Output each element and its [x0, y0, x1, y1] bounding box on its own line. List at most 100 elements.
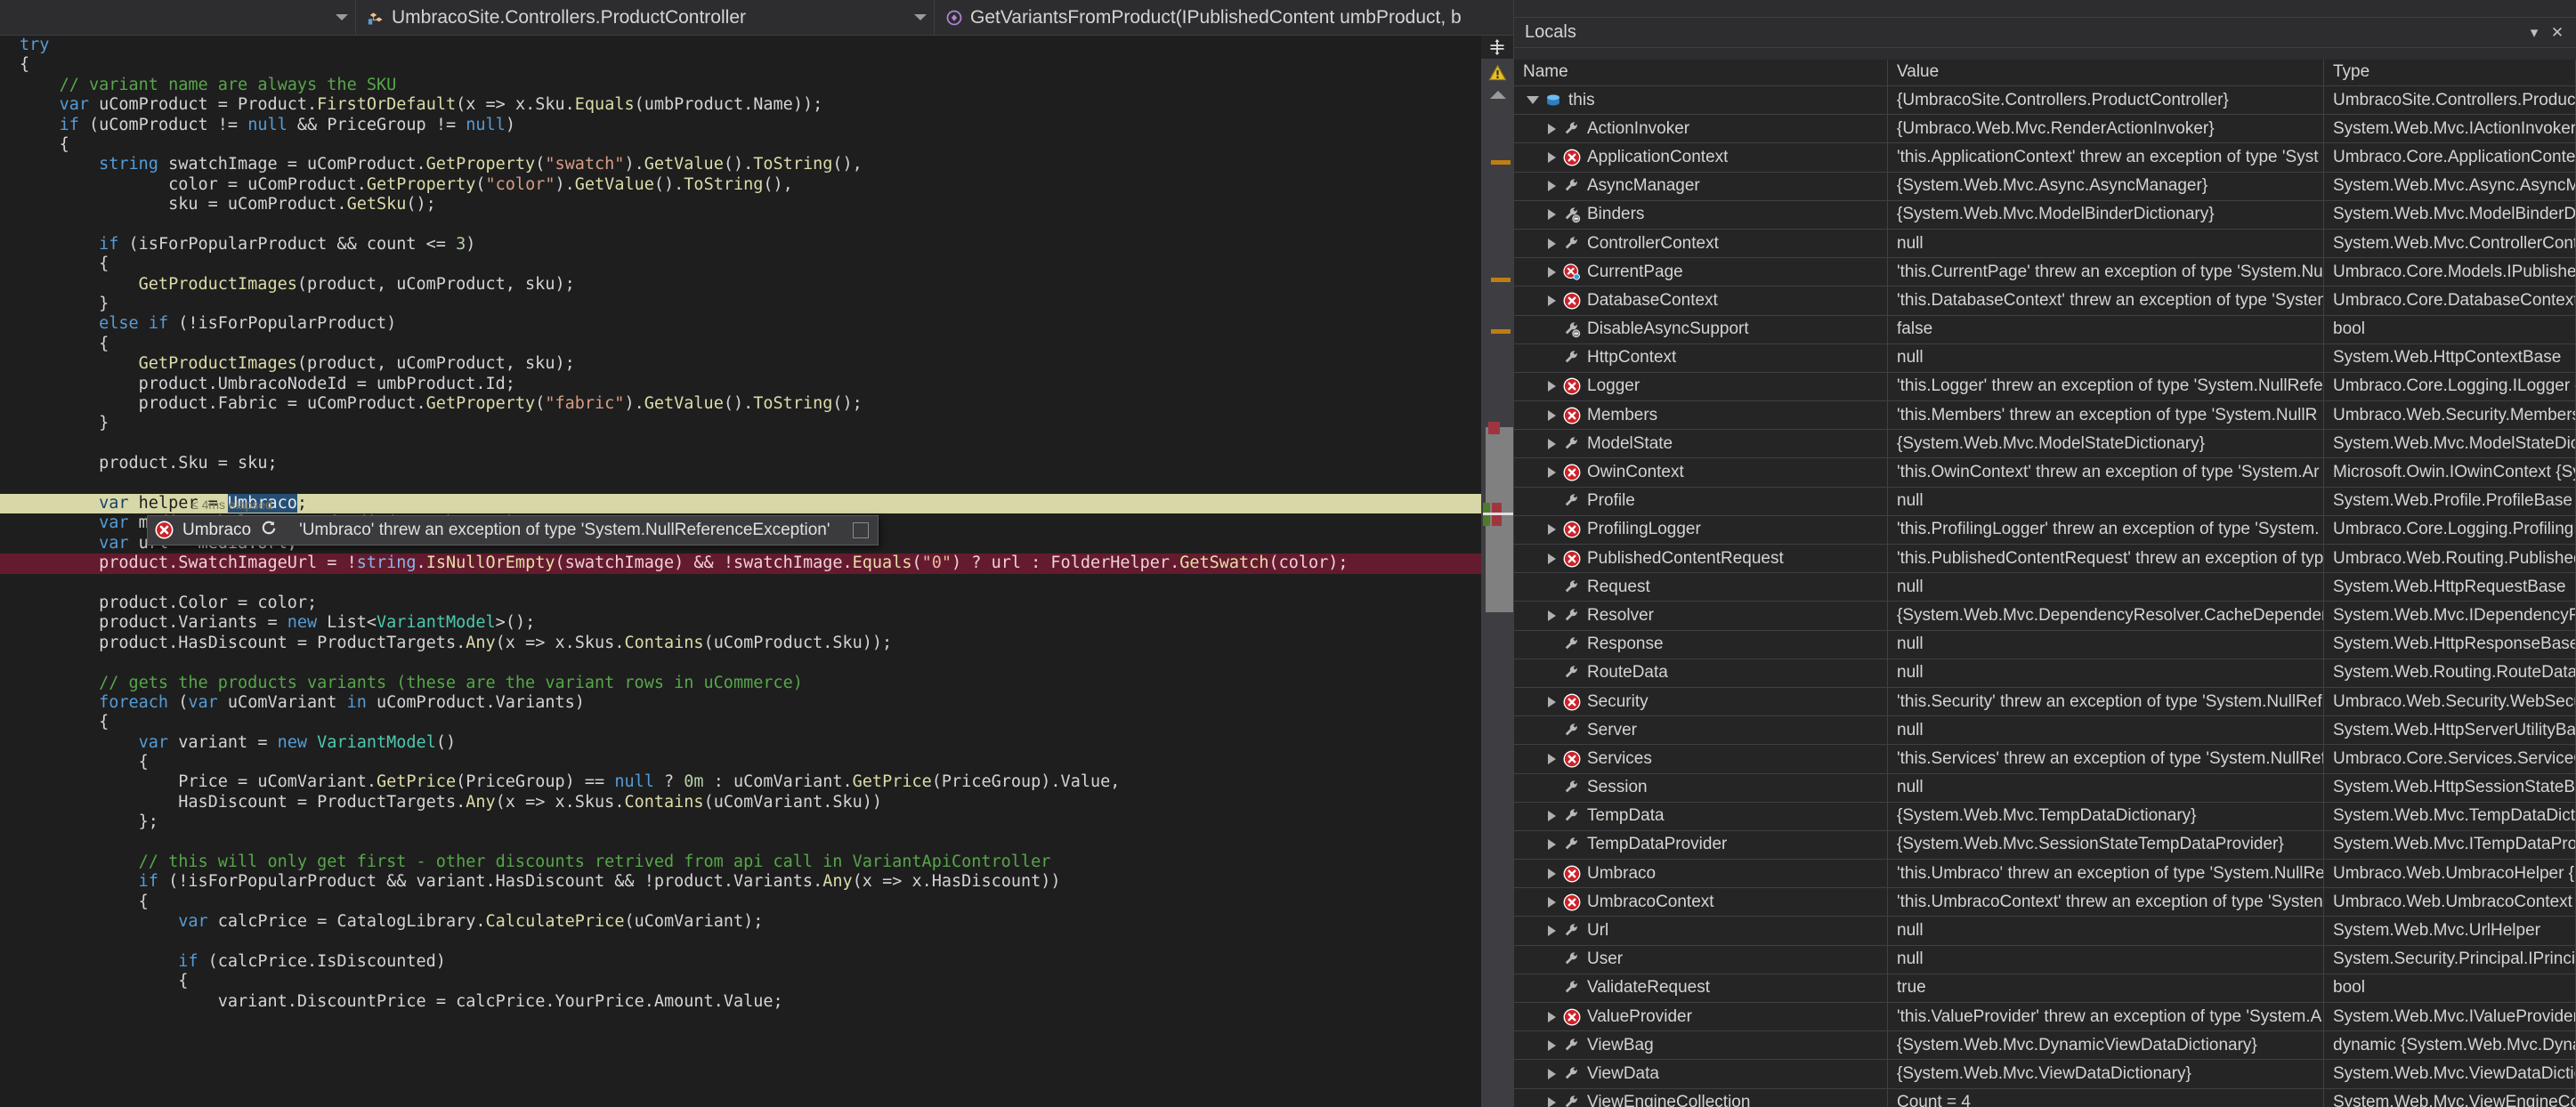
locals-row-name-cell[interactable]: ControllerContext — [1514, 229, 1888, 258]
code-line[interactable]: var calcPrice = CatalogLibrary.Calculate… — [0, 912, 1513, 932]
code-line[interactable]: { — [0, 335, 1513, 354]
locals-row-name-cell[interactable]: HttpContext — [1514, 343, 1888, 373]
locals-row-name-cell[interactable]: Umbraco — [1514, 859, 1888, 888]
expander-collapsed-icon[interactable] — [1548, 553, 1556, 564]
locals-row-name-cell[interactable]: OwinContext — [1514, 457, 1888, 488]
locals-row-name-cell[interactable]: RouteData — [1514, 659, 1888, 688]
locals-row[interactable]: Session null System.Web.HttpSessionStateBa… — [1514, 773, 2576, 803]
expander-collapsed-icon[interactable] — [1548, 524, 1556, 536]
locals-row[interactable]: Server null System.Web.HttpServerUtilityBa… — [1514, 715, 2576, 746]
code-line[interactable]: if (uComProduct != null && PriceGroup !=… — [0, 116, 1513, 135]
code-line[interactable]: GetProductImages(product, uComProduct, s… — [0, 354, 1513, 374]
locals-row[interactable]: HttpContext null System.Web.HttpContextBas… — [1514, 343, 2576, 373]
expander-collapsed-icon[interactable] — [1548, 868, 1556, 879]
locals-row[interactable]: TempDataProvider {System.Web.Mvc.SessionS… — [1514, 830, 2576, 861]
locals-row[interactable]: OwinContext 'this.OwinContext' threw an e… — [1514, 457, 2576, 488]
locals-row-value[interactable]: 'this.Services' threw an exception of ty… — [1888, 744, 2324, 773]
locals-row[interactable]: Url null System.Web.Mvc.UrlHelper — [1514, 916, 2576, 946]
code-line[interactable]: string swatchImage = uComProduct.GetProp… — [0, 155, 1513, 174]
code-line[interactable] — [0, 474, 1513, 494]
locals-row-value[interactable]: 'this.CurrentPage' threw an exception of… — [1888, 257, 2324, 287]
locals-row-name-cell[interactable]: Session — [1514, 773, 1888, 803]
code-line[interactable]: { — [0, 55, 1513, 75]
code-line[interactable]: if (calcPrice.IsDiscounted) — [0, 952, 1513, 972]
locals-row-name-cell[interactable]: DatabaseContext — [1514, 286, 1888, 315]
locals-row-name-cell[interactable]: ActionInvoker — [1514, 114, 1888, 143]
exception-line[interactable]: product.SwatchImageUrl = !string.IsNullO… — [0, 554, 1513, 574]
locals-row-value[interactable]: {UmbracoSite.Controllers.ProductControll… — [1888, 85, 2324, 115]
locals-row-name-cell[interactable]: Response — [1514, 630, 1888, 659]
locals-row-name-cell[interactable]: ValueProvider — [1514, 1002, 1888, 1031]
expander-collapsed-icon[interactable] — [1548, 925, 1556, 937]
locals-row[interactable]: Logger 'this.Logger' threw an exception o… — [1514, 372, 2576, 402]
locals-row-name-cell[interactable]: Logger — [1514, 372, 1888, 401]
locals-row-name-cell[interactable]: Services — [1514, 744, 1888, 773]
locals-row[interactable]: Resolver {System.Web.Mvc.DependencyResolv… — [1514, 601, 2576, 631]
code-line[interactable]: // variant name are always the SKU — [0, 76, 1513, 95]
code-line[interactable]: color = uComProduct.GetProperty("color")… — [0, 175, 1513, 195]
code-line[interactable]: // gets the products variants (these are… — [0, 674, 1513, 693]
locals-row-value[interactable]: {System.Web.Mvc.ModelStateDictionary} — [1888, 429, 2324, 458]
locals-row[interactable]: User null System.Security.Principal.IPrinc… — [1514, 945, 2576, 974]
code-line[interactable]: Price = uComVariant.GetPrice(PriceGroup)… — [0, 772, 1513, 792]
locals-row-name-cell[interactable]: PublishedContentRequest — [1514, 544, 1888, 573]
locals-row[interactable]: Security 'this.Security' threw an excepti… — [1514, 687, 2576, 717]
expander-collapsed-icon[interactable] — [1548, 209, 1556, 221]
code-line[interactable] — [0, 574, 1513, 594]
locals-row-name-cell[interactable]: ApplicationContext — [1514, 142, 1888, 173]
code-line[interactable]: foreach (var uComVariant in uComProduct.… — [0, 693, 1513, 713]
locals-row-value[interactable]: 'this.PublishedContentRequest' threw an … — [1888, 544, 2324, 573]
locals-row-value[interactable]: Count = 4 — [1888, 1088, 2324, 1107]
expander-collapsed-icon[interactable] — [1548, 1011, 1556, 1022]
locals-row[interactable]: DatabaseContext 'this.DatabaseContext' th… — [1514, 286, 2576, 316]
locals-row-name-cell[interactable]: Server — [1514, 715, 1888, 745]
locals-row-value[interactable]: 'this.ProfilingLogger' threw an exceptio… — [1888, 515, 2324, 545]
code-line[interactable] — [0, 933, 1513, 952]
locals-row-value[interactable]: null — [1888, 916, 2324, 946]
split-view-icon[interactable] — [1481, 36, 1513, 59]
code-line[interactable]: product.HasDiscount = ProductTargets.Any… — [0, 634, 1513, 653]
locals-row[interactable]: ViewBag {System.Web.Mvc.DynamicViewDataDi… — [1514, 1030, 2576, 1061]
locals-row[interactable]: PublishedContentRequest 'this.PublishedCo… — [1514, 544, 2576, 574]
locals-row-name-cell[interactable]: ViewEngineCollection — [1514, 1088, 1888, 1107]
locals-row[interactable]: ValueProvider 'this.ValueProvider' threw … — [1514, 1002, 2576, 1032]
locals-row[interactable]: Members 'this.Members' threw an exception… — [1514, 400, 2576, 431]
code-line[interactable]: { — [0, 135, 1513, 155]
refresh-icon[interactable] — [260, 519, 278, 542]
code-line[interactable]: { — [0, 255, 1513, 274]
locals-row-value[interactable]: 'this.UmbracoContext' threw an exception… — [1888, 887, 2324, 917]
editor-scrollbar-column[interactable] — [1481, 36, 1513, 1107]
locals-row-value[interactable]: {System.Web.Mvc.ModelBinderDictionary} — [1888, 200, 2324, 230]
locals-row-name-cell[interactable]: Request — [1514, 572, 1888, 602]
locals-row-name-cell[interactable]: Profile — [1514, 487, 1888, 516]
code-line[interactable]: try — [0, 36, 1513, 55]
column-header-type[interactable]: Type — [2324, 60, 2576, 85]
locals-row-value[interactable]: 'this.OwinContext' threw an exception of… — [1888, 457, 2324, 488]
expander-collapsed-icon[interactable] — [1548, 610, 1556, 621]
code-line[interactable]: var uComProduct = Product.FirstOrDefault… — [0, 95, 1513, 115]
locals-row-value[interactable]: null — [1888, 572, 2324, 602]
locals-row-value[interactable]: null — [1888, 343, 2324, 373]
locals-row-name-cell[interactable]: TempDataProvider — [1514, 830, 1888, 860]
column-header-name[interactable]: Name — [1514, 60, 1888, 85]
code-line[interactable]: if (!isForPopularProduct && variant.HasD… — [0, 872, 1513, 892]
locals-row-value[interactable]: {System.Web.Mvc.ViewDataDictionary} — [1888, 1059, 2324, 1089]
expander-collapsed-icon[interactable] — [1548, 151, 1556, 163]
locals-row[interactable]: ProfilingLogger 'this.ProfilingLogger' th… — [1514, 515, 2576, 545]
code-line[interactable]: { — [0, 753, 1513, 772]
locals-row-name-cell[interactable]: DisableAsyncSupport — [1514, 315, 1888, 344]
exception-datatip[interactable]: Umbraco 'Umbraco' threw an exception of … — [147, 514, 879, 545]
locals-row-name-cell[interactable]: AsyncManager — [1514, 172, 1888, 201]
expander-collapsed-icon[interactable] — [1548, 1068, 1556, 1079]
locals-row-name-cell[interactable]: ProfilingLogger — [1514, 515, 1888, 545]
locals-row[interactable]: ControllerContext null System.Web.Mvc.Cont… — [1514, 229, 2576, 259]
expander-collapsed-icon[interactable] — [1548, 753, 1556, 764]
locals-row-value[interactable]: null — [1888, 659, 2324, 688]
locals-row[interactable]: ActionInvoker {Umbraco.Web.Mvc.RenderActi… — [1514, 114, 2576, 144]
locals-row-value[interactable]: null — [1888, 773, 2324, 803]
locals-row-name-cell[interactable]: Binders — [1514, 200, 1888, 230]
expander-collapsed-icon[interactable] — [1548, 467, 1556, 479]
expander-collapsed-icon[interactable] — [1548, 181, 1556, 192]
code-line[interactable]: HasDiscount = ProductTargets.Any(x => x.… — [0, 793, 1513, 812]
expander-expanded-icon[interactable] — [1527, 96, 1539, 105]
